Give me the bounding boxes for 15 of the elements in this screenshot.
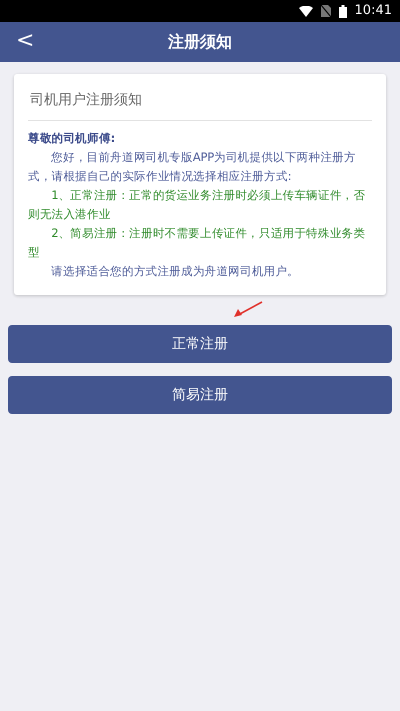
clock: 10:41 <box>354 2 392 20</box>
arrow-icon <box>233 301 263 318</box>
notice-text: 尊敬的司机师傅: <box>28 130 116 147</box>
notice-text: 1、正常注册：正常的货运业务注册时必须上传车辆证件，否则无法入港作业 <box>28 187 366 223</box>
back-button[interactable]: < <box>0 30 50 54</box>
battery-icon <box>338 4 347 18</box>
notice-text: 请选择适合您的方式注册成为舟道网司机用户。 <box>50 263 300 280</box>
wifi-icon <box>298 6 313 16</box>
notice-text: 2、简易注册：注册时不需要上传证件，只适用于特殊业务类型 <box>28 225 366 261</box>
page-title: 注册须知 <box>167 31 233 53</box>
notice-title: 司机用户注册须知 <box>28 86 372 121</box>
register-button[interactable]: 正常注册 <box>8 325 392 363</box>
no-sim-icon <box>320 5 331 17</box>
notice-text: 您好，目前舟道网司机专版APP为司机提供以下两种注册方式，请根据自己的实际作业情况选择相应注册方式: <box>28 149 357 185</box>
register-button[interactable]: 简易注册 <box>8 376 392 414</box>
